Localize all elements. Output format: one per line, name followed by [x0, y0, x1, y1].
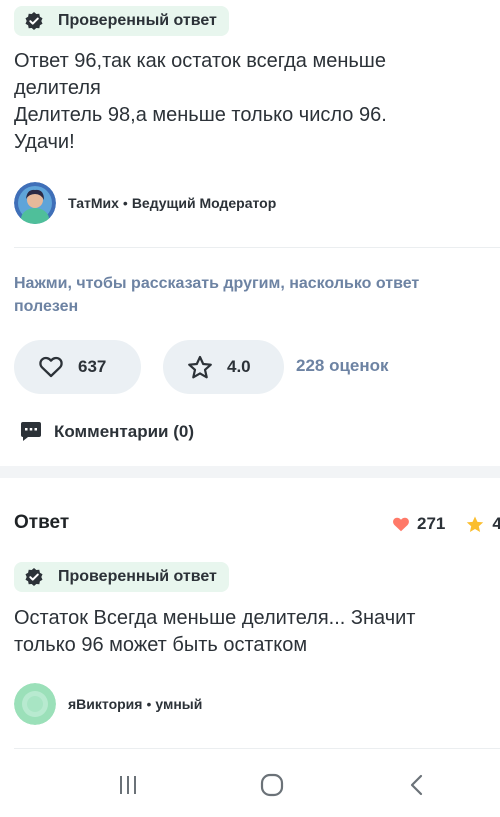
author-rank: Ведущий Модератор [131, 195, 277, 211]
author-name[interactable]: ТатМих [68, 195, 119, 211]
answer-stats: 271 4 [392, 514, 500, 534]
verified-badge: Проверенный ответ [14, 562, 229, 592]
author-separator: • [146, 696, 152, 712]
answer-text: Остаток Всегда меньше делителя... Значит… [14, 605, 415, 659]
author-row[interactable]: ТатМих • Ведущий Модератор [14, 182, 276, 224]
answer-line: делителя [14, 77, 101, 99]
feedback-prompt-line: полезен [14, 298, 79, 315]
like-count: 637 [78, 357, 107, 376]
verified-check-icon [25, 12, 43, 30]
author-separator: • [122, 195, 128, 211]
answer-line: Делитель 98,а меньше только число 96. [14, 104, 387, 126]
verified-badge: Проверенный ответ [14, 6, 229, 36]
heart-outline-icon [39, 356, 63, 378]
answer-text: Ответ 96,так как остаток всегда меньше д… [14, 48, 387, 156]
heart-filled-icon [393, 517, 409, 531]
answer-line: Остаток Всегда меньше делителя... Значит [14, 607, 416, 629]
author-name[interactable]: яВиктория [68, 696, 142, 712]
divider [14, 247, 500, 248]
recent-apps-button[interactable] [113, 770, 143, 800]
star-outline-icon [188, 355, 212, 378]
answer-heading: Ответ [14, 512, 70, 533]
verified-badge-label: Проверенный ответ [58, 568, 217, 585]
feedback-prompt-line: Нажми, чтобы рассказать другим, наскольк… [14, 275, 420, 292]
answer-rating: 4 [492, 514, 500, 533]
author-row[interactable]: яВиктория • умный [14, 683, 202, 725]
ratings-count: 228 оценок [296, 356, 389, 375]
comments-label: Комментарии (0) [54, 422, 194, 441]
back-button[interactable] [402, 770, 432, 800]
star-filled-icon [467, 516, 484, 532]
answer-line: Удачи! [14, 131, 75, 153]
like-button[interactable]: 637 [14, 340, 141, 394]
avatar[interactable] [14, 182, 56, 224]
verified-check-icon [25, 568, 43, 586]
back-icon [410, 774, 423, 796]
answer-line: только 96 может быть остатком [14, 634, 308, 656]
divider [14, 748, 500, 749]
comment-icon [21, 422, 41, 441]
home-button[interactable] [257, 770, 287, 800]
avatar[interactable] [14, 683, 56, 725]
answer-line: Ответ 96,так как остаток всегда меньше [14, 50, 386, 72]
verified-badge-label: Проверенный ответ [58, 12, 217, 29]
answer-like-count: 271 [417, 514, 446, 533]
recent-apps-icon [120, 776, 136, 794]
rating-value: 4.0 [227, 357, 251, 376]
author-rank: умный [155, 696, 203, 712]
feedback-prompt: Нажми, чтобы рассказать другим, наскольк… [14, 272, 500, 318]
section-separator [0, 466, 500, 478]
comments-button[interactable]: Комментарии (0) [20, 421, 194, 443]
home-icon [260, 773, 284, 797]
system-navigation-bar [0, 750, 500, 817]
rate-button[interactable]: 4.0 [163, 340, 284, 394]
